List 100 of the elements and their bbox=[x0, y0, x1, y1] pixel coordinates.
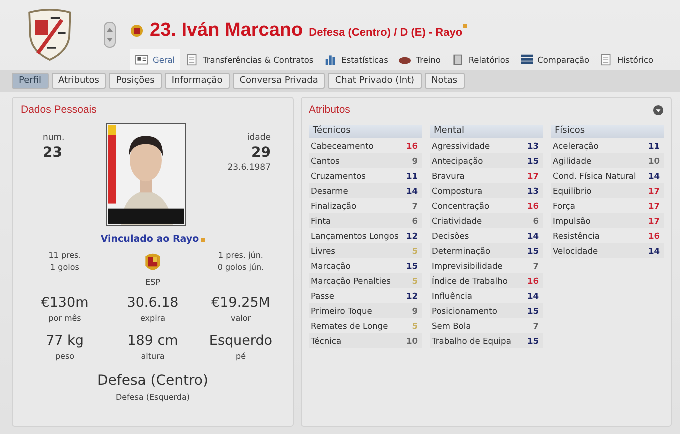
player-name: 23. Iván Marcano bbox=[150, 20, 304, 42]
attribute-name: Técnica bbox=[311, 336, 342, 346]
attribute-value: 7 bbox=[533, 260, 539, 270]
main-position: Defesa (Centro) bbox=[98, 373, 208, 389]
fact-label: expira bbox=[140, 314, 166, 323]
tab[interactable]: Relatórios bbox=[446, 49, 515, 70]
id-card-icon bbox=[135, 54, 149, 66]
attribute-name: Sem Bola bbox=[432, 320, 472, 330]
youth-stat: 1 pres. jún. bbox=[218, 251, 264, 260]
subtab[interactable]: Conversa Privada bbox=[232, 73, 326, 89]
tab[interactable]: Histórico bbox=[594, 49, 659, 70]
attribute-value: 14 bbox=[527, 290, 539, 300]
fact-value: 30.6.18 bbox=[127, 295, 179, 311]
attribute-name: Cruzamentos bbox=[311, 170, 366, 180]
attribute-name: Cond. Física Natural bbox=[553, 170, 636, 180]
fact-value: Esquerdo bbox=[209, 333, 273, 349]
secondary-position: Defesa (Esquerda) bbox=[116, 393, 190, 402]
attribute-value: 17 bbox=[648, 186, 660, 196]
attribute-name: Livres bbox=[311, 246, 336, 256]
attribute-name: Cabeceamento bbox=[311, 140, 374, 150]
fact-label: altura bbox=[141, 352, 165, 361]
attribute-name: Velocidade bbox=[553, 246, 598, 256]
tab[interactable]: Treino bbox=[393, 49, 446, 70]
attribute-value: 17 bbox=[527, 170, 539, 180]
tab[interactable]: Transferências & Contratos bbox=[180, 49, 319, 70]
attribute-value: 14 bbox=[648, 246, 660, 256]
fact-label: pé bbox=[236, 352, 246, 361]
attribute-value: 14 bbox=[527, 230, 539, 240]
attribute-value: 5 bbox=[412, 320, 418, 330]
tab[interactable]: Geral bbox=[130, 49, 180, 70]
attribute-name: Aceleração bbox=[553, 140, 599, 150]
birth-date: 23.6.1987 bbox=[228, 163, 271, 173]
dropdown-icon[interactable] bbox=[653, 104, 664, 116]
attribute-name: Decisões bbox=[432, 230, 470, 240]
tab[interactable]: Estatísticas bbox=[318, 49, 394, 70]
attribute-name: Posicionamento bbox=[432, 306, 498, 316]
panel-title: Atributos bbox=[309, 104, 350, 116]
attribute-value: 15 bbox=[527, 156, 539, 166]
subtab[interactable]: Posições bbox=[109, 73, 162, 89]
attribute-value: 12 bbox=[406, 230, 418, 240]
player-position: Defesa (Centro) / D (E) - Rayo bbox=[309, 27, 463, 39]
attribute-value: 17 bbox=[648, 200, 660, 210]
number-label: num. bbox=[43, 133, 65, 143]
tab[interactable]: Comparação bbox=[514, 49, 594, 70]
group-header: Mental bbox=[430, 125, 543, 138]
attribute-name: Influência bbox=[432, 290, 473, 300]
fact-value: €130m bbox=[41, 295, 89, 311]
attribute-name: Lançamentos Longos bbox=[311, 230, 399, 240]
attribute-value: 16 bbox=[648, 230, 660, 240]
fact-value: 189 cm bbox=[128, 333, 178, 349]
bar-chart-icon bbox=[324, 54, 338, 66]
attribute-name: Primeiro Toque bbox=[311, 306, 372, 316]
attribute-name: Impulsão bbox=[553, 216, 591, 226]
shirt-number: 23 bbox=[43, 145, 62, 161]
attribute-name: Marcação Penalties bbox=[311, 276, 391, 286]
attribute-name: Compostura bbox=[432, 186, 483, 196]
subtab[interactable]: Perfil bbox=[12, 73, 49, 89]
attribute-value: 6 bbox=[412, 216, 418, 226]
stepper-icon[interactable] bbox=[104, 22, 116, 48]
contract-link[interactable]: Vinculado ao Rayo bbox=[100, 234, 200, 245]
attribute-name: Desarme bbox=[311, 186, 348, 196]
attribute-name: Concentração bbox=[432, 200, 490, 210]
subtab[interactable]: Notas bbox=[424, 73, 465, 89]
subtab[interactable]: Informação bbox=[164, 73, 230, 89]
attribute-value: 9 bbox=[412, 306, 418, 316]
panel-title: Dados Pessoais bbox=[21, 104, 98, 116]
attribute-value: 13 bbox=[527, 140, 539, 150]
attribute-name: Força bbox=[553, 200, 576, 210]
attribute-value: 7 bbox=[533, 320, 539, 330]
attribute-name: Resistência bbox=[553, 230, 600, 240]
youth-stat: 0 golos jún. bbox=[218, 263, 264, 272]
attribute-name: Imprevisibilidade bbox=[432, 260, 503, 270]
attribute-value: 11 bbox=[406, 170, 418, 180]
subtab[interactable]: Atributos bbox=[52, 73, 106, 89]
document-icon bbox=[185, 54, 200, 66]
attribute-value: 11 bbox=[648, 140, 660, 150]
attribute-name: Agressividade bbox=[432, 140, 490, 150]
attribute-value: 15 bbox=[406, 260, 418, 270]
attribute-value: 15 bbox=[527, 336, 539, 346]
attribute-name: Marcação bbox=[311, 260, 351, 270]
attribute-name: Trabalho de Equipa bbox=[432, 336, 512, 346]
attribute-value: 5 bbox=[412, 246, 418, 256]
club-stat: 11 pres. bbox=[48, 251, 82, 260]
attribute-value: 7 bbox=[412, 200, 418, 210]
attribute-name: Índice de Trabalho bbox=[432, 276, 508, 286]
attribute-name: Cantos bbox=[311, 156, 340, 166]
attribute-name: Finalização bbox=[311, 200, 357, 210]
group-header: Físicos bbox=[551, 125, 664, 138]
attribute-name: Equilíbrio bbox=[553, 186, 592, 196]
attribute-name: Criatividade bbox=[432, 216, 482, 226]
attribute-name: Agilidade bbox=[553, 156, 592, 166]
attribute-name: Passe bbox=[311, 290, 334, 300]
attribute-value: 13 bbox=[527, 186, 539, 196]
attribute-value: 10 bbox=[406, 336, 418, 346]
attribute-value: 10 bbox=[648, 156, 660, 166]
subtab[interactable]: Chat Privado (Int) bbox=[328, 73, 422, 89]
attribute-value: 15 bbox=[527, 306, 539, 316]
age-label: idade bbox=[247, 133, 271, 143]
nation-code: ESP bbox=[146, 278, 160, 287]
fact-label: peso bbox=[55, 352, 75, 361]
